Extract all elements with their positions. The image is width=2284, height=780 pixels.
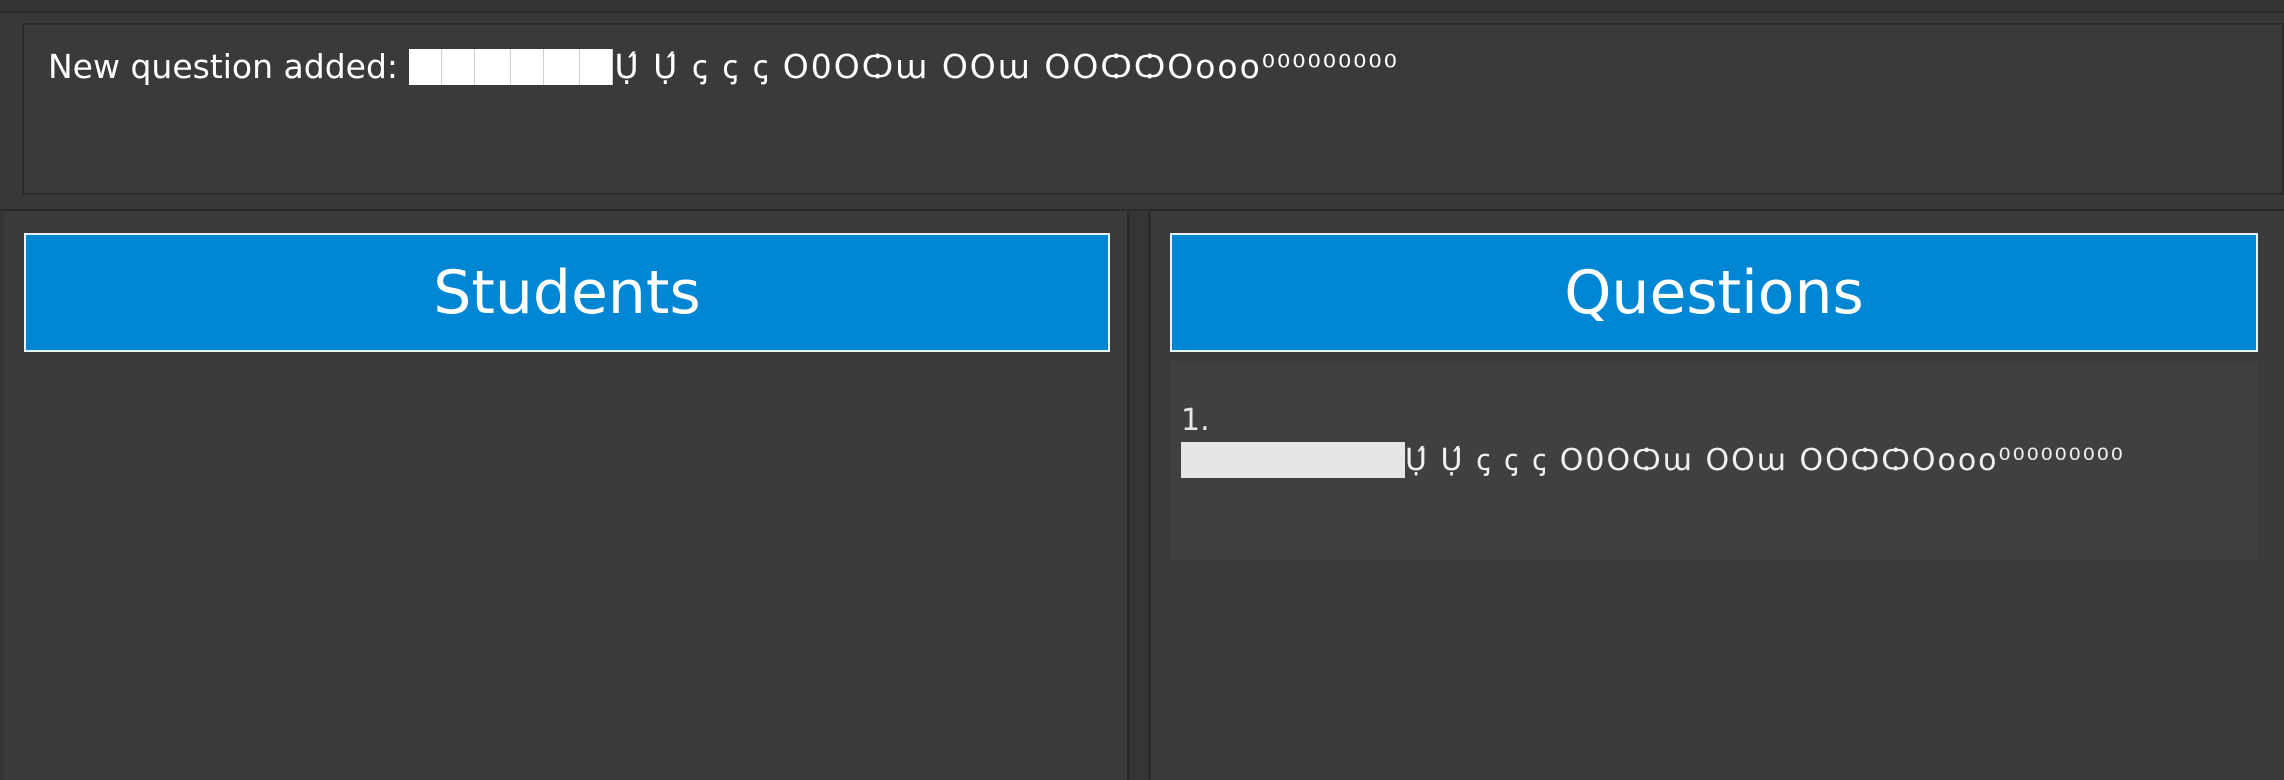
top-strip [0,0,2284,13]
question-text-highlight [1181,441,1405,478]
questions-pane: Questions 1. Ụ́ Ụ́ ꞔ ꞔ ꞔ O0OѺա OOա OOѺѺO… [1148,211,2284,780]
question-index: 1. [1181,403,1210,438]
questions-header: Questions [1170,233,2258,352]
split-divider[interactable] [1130,211,1148,780]
result-suffix: Ụ́ Ụ́ ꞔ ꞔ ꞔ O0OѺա OOա OOѺѺOooo⁰⁰⁰⁰⁰⁰⁰⁰⁰ [614,47,1399,86]
students-header: Students [24,233,1110,352]
result-prefix: New question added: [48,47,399,86]
result-message: New question added: Ụ́ Ụ́ ꞔ ꞔ ꞔ O0OѺա OO… [48,47,1399,87]
question-text-glyphs: Ụ́ Ụ́ ꞔ ꞔ ꞔ O0OѺա OOա OOѺѺOooo⁰⁰⁰⁰⁰⁰⁰⁰⁰ [1405,443,2125,478]
result-display[interactable]: New question added: Ụ́ Ụ́ ꞔ ꞔ ꞔ O0OѺա OO… [22,23,2284,195]
main-split: Students Questions 1. Ụ́ Ụ́ ꞔ ꞔ ꞔ O0OѺա … [0,211,2284,780]
question-text: Ụ́ Ụ́ ꞔ ꞔ ꞔ O0OѺա OOա OOѺѺOooo⁰⁰⁰⁰⁰⁰⁰⁰⁰ [1181,441,2125,480]
result-panel: New question added: Ụ́ Ụ́ ꞔ ꞔ ꞔ O0OѺա OO… [0,13,2284,211]
students-pane: Students [4,211,1130,780]
unrenderable-glyph-boxes [408,48,613,85]
